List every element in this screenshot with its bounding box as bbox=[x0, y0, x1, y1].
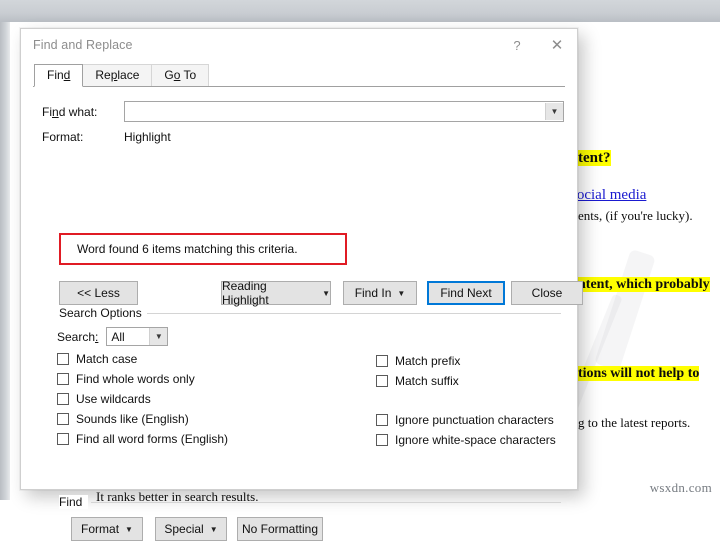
document-text: tions will not help to bbox=[578, 366, 700, 381]
chevron-down-icon: ▼ bbox=[209, 524, 218, 534]
document-text-line: ntent, which probably bbox=[578, 277, 710, 292]
chevron-down-icon: ▼ bbox=[322, 288, 330, 298]
close-button[interactable]: Close bbox=[511, 281, 583, 305]
find-section-label: Find bbox=[59, 495, 89, 509]
document-text-line: ents, (if you're lucky). bbox=[578, 208, 693, 223]
reading-highlight-button[interactable]: Reading Highlight ▼ bbox=[221, 279, 331, 307]
checkbox-label: Ignore white-space characters bbox=[395, 433, 556, 447]
checkbox-label: Find all word forms (English) bbox=[76, 432, 229, 446]
find-next-button-label: Find Next bbox=[440, 286, 492, 300]
special-button[interactable]: Special ▼ bbox=[155, 517, 227, 541]
checkbox-input[interactable] bbox=[376, 414, 388, 426]
format-label: Format: bbox=[42, 130, 84, 144]
no-formatting-button[interactable]: No Formatting bbox=[237, 517, 323, 541]
document-text: ents, (if you're lucky). bbox=[578, 208, 693, 223]
search-options-section-rule bbox=[147, 313, 561, 314]
document-text: tent? bbox=[578, 150, 611, 166]
checkbox-label: Use wildcards bbox=[76, 392, 151, 406]
checkbox-input[interactable] bbox=[57, 393, 69, 405]
chevron-down-icon[interactable]: ▼ bbox=[149, 328, 168, 345]
dialog-title: Find and Replace bbox=[33, 38, 133, 52]
tab-find-label: Find bbox=[47, 68, 71, 82]
tab-replace[interactable]: Replace bbox=[82, 64, 153, 87]
chevron-down-icon: ▼ bbox=[125, 524, 133, 534]
checkbox-input[interactable] bbox=[57, 373, 69, 385]
format-button[interactable]: Format ▼ bbox=[71, 517, 143, 541]
checkbox-row[interactable]: Ignore punctuation characters bbox=[376, 413, 554, 427]
help-icon[interactable]: ? bbox=[497, 30, 537, 60]
document-text-line: tent? bbox=[578, 150, 611, 167]
close-button-label: Close bbox=[531, 286, 563, 300]
checkbox-input[interactable] bbox=[57, 353, 69, 365]
checkbox-row[interactable]: Use wildcards bbox=[57, 392, 151, 406]
search-scope-label: Search: bbox=[57, 329, 99, 344]
search-scope-select[interactable]: All ▼ bbox=[106, 327, 169, 346]
less-button[interactable]: << Less bbox=[59, 281, 138, 305]
tabstrip: Find Replace Go To bbox=[34, 64, 576, 87]
tab-go-to[interactable]: Go To bbox=[151, 64, 210, 87]
close-icon[interactable]: ✕ bbox=[537, 30, 577, 60]
checkbox-row[interactable]: Match prefix bbox=[376, 354, 460, 368]
site-watermark: wsxdn.com bbox=[649, 480, 712, 495]
find-section-buttons: Format ▼ Special ▼ No Formatting bbox=[21, 517, 577, 541]
document-text: ntent, which probably bbox=[578, 277, 710, 292]
search-scope-row: Search: All ▼ bbox=[57, 327, 169, 346]
dialog-action-buttons: << Less Reading Highlight ▼ Find In ▼ Find Ne… bbox=[21, 279, 583, 307]
status-message-box: Word found 6 items matching this criteri… bbox=[59, 233, 347, 265]
document-text: g to the latest reports. bbox=[578, 415, 691, 430]
no-formatting-button-label: No Formatting bbox=[241, 522, 319, 536]
document-text-line: tions will not help to bbox=[578, 366, 700, 381]
find-what-combo[interactable]: ▼ bbox=[124, 101, 564, 122]
find-in-button[interactable]: Find In ▼ bbox=[343, 281, 417, 305]
find-section-rule bbox=[91, 502, 561, 503]
reading-highlight-button-label: Reading Highlight bbox=[222, 279, 269, 307]
find-tab-panel: Find what: ▼ Format: Highlight bbox=[34, 87, 564, 144]
document-text-line: social media bbox=[571, 187, 646, 204]
special-button-label: Special bbox=[164, 522, 204, 536]
checkbox-label: Match suffix bbox=[395, 374, 459, 388]
checkbox-input[interactable] bbox=[376, 375, 388, 387]
status-message-text: Word found 6 items matching this criteri… bbox=[77, 242, 298, 256]
checkbox-label: Ignore punctuation characters bbox=[395, 413, 554, 427]
ribbon-band bbox=[0, 0, 720, 22]
dialog-titlebar: Find and Replace ? ✕ bbox=[21, 29, 577, 61]
checkbox-row[interactable]: Match suffix bbox=[376, 374, 459, 388]
checkbox-row[interactable]: Sounds like (English) bbox=[57, 412, 189, 426]
tab-go-to-label: Go To bbox=[164, 68, 197, 82]
checkbox-row[interactable]: Match case bbox=[57, 352, 137, 366]
format-value: Highlight bbox=[124, 130, 171, 144]
find-next-button[interactable]: Find Next bbox=[427, 281, 505, 305]
less-button-label: << Less bbox=[77, 286, 120, 300]
find-what-label: Find what: bbox=[42, 104, 98, 119]
checkbox-label: Sounds like (English) bbox=[76, 412, 189, 426]
checkbox-row[interactable]: Find all word forms (English) bbox=[57, 432, 228, 446]
document-text-line: g to the latest reports. bbox=[578, 415, 691, 430]
format-button-label: Format bbox=[81, 522, 120, 536]
checkbox-input[interactable] bbox=[376, 434, 388, 446]
find-what-input[interactable] bbox=[125, 102, 545, 121]
format-row: Format: Highlight bbox=[34, 130, 564, 144]
tab-replace-label: Replace bbox=[95, 68, 140, 82]
chevron-down-icon[interactable]: ▼ bbox=[545, 103, 563, 120]
document-hyperlink[interactable]: social media bbox=[571, 187, 646, 203]
find-and-replace-dialog: Find and Replace ? ✕ Find Replace Go To … bbox=[20, 28, 583, 541]
checkbox-label: Find whole words only bbox=[76, 372, 195, 386]
checkbox-label: Match case bbox=[76, 352, 138, 366]
document-left-gutter bbox=[0, 22, 10, 500]
checkbox-input[interactable] bbox=[57, 413, 69, 425]
checkbox-input[interactable] bbox=[57, 433, 69, 445]
tab-find[interactable]: Find bbox=[34, 64, 84, 87]
checkbox-row[interactable]: Ignore white-space characters bbox=[376, 433, 556, 447]
checkbox-row[interactable]: Find whole words only bbox=[57, 372, 195, 386]
find-in-button-label: Find In bbox=[354, 286, 392, 300]
chevron-down-icon: ▼ bbox=[397, 288, 406, 298]
checkbox-label: Match prefix bbox=[395, 354, 461, 368]
search-scope-value: All bbox=[111, 329, 125, 344]
search-options-section-label: Search Options bbox=[59, 306, 148, 320]
dialog-body: Find Replace Go To Find what: ▼ Format: … bbox=[21, 64, 583, 541]
find-what-row: Find what: ▼ bbox=[34, 101, 564, 122]
checkbox-input[interactable] bbox=[376, 355, 388, 367]
